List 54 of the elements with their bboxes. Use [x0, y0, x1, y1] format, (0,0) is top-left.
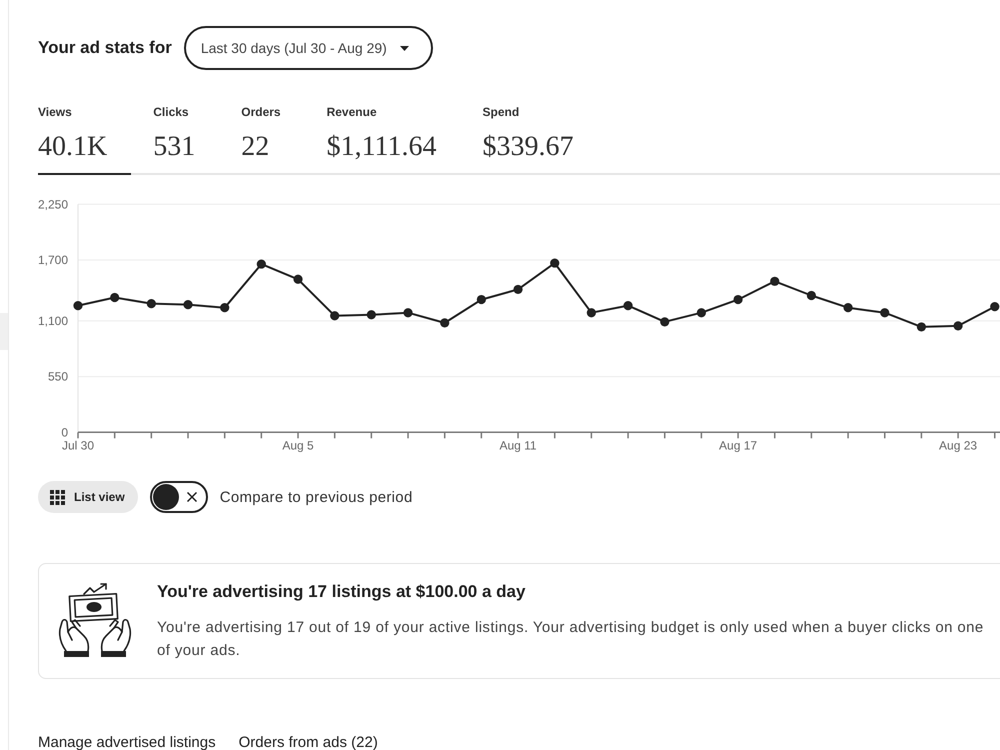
- data-point: [806, 290, 816, 300]
- data-point: [623, 301, 633, 310]
- section-tab[interactable]: Orders from ads (22): [238, 735, 378, 750]
- data-point: [770, 276, 780, 286]
- data-point: [403, 308, 413, 318]
- x-axis-label: Aug 23: [939, 438, 978, 452]
- data-point: [733, 294, 743, 304]
- y-axis-label: 1,700: [38, 253, 68, 268]
- metric-tab[interactable]: Views 40.1K: [38, 105, 132, 175]
- x-axis-label: Aug 5: [282, 438, 314, 452]
- data-point: [293, 274, 303, 284]
- y-axis-label: 550: [48, 370, 68, 384]
- metric-tab[interactable]: Orders 22: [241, 105, 305, 175]
- metric-tab[interactable]: Revenue $1,111.64: [326, 105, 461, 175]
- data-point: [256, 259, 266, 269]
- cross-icon: [186, 492, 197, 502]
- data-point: [916, 322, 926, 332]
- metric-tab[interactable]: Spend $339.67: [482, 105, 598, 175]
- card-description: You're advertising 17 out of 19 of your active listings. Your advertising budget is only used when a buyer clicks on one of your ads.: [157, 618, 985, 661]
- caret-icon: [400, 46, 409, 50]
- data-point: [550, 258, 560, 268]
- data-point: [220, 303, 230, 312]
- compare-toggle[interactable]: [150, 481, 208, 513]
- stats-heading: Your ad stats for: [38, 38, 172, 58]
- data-point: [73, 301, 83, 310]
- date-range-dropdown[interactable]: Last 30 days (Jul 30 - Aug 29): [184, 26, 433, 70]
- data-point: [586, 308, 596, 318]
- y-axis-label: 2,250: [38, 197, 68, 212]
- section-tab[interactable]: Manage advertised listings: [38, 735, 216, 750]
- data-point: [880, 308, 890, 318]
- y-axis-label: 0: [61, 425, 68, 440]
- data-point: [330, 311, 340, 320]
- data-point: [183, 300, 193, 310]
- data-point: [953, 321, 963, 330]
- data-point: [440, 318, 450, 328]
- data-point: [146, 299, 156, 308]
- data-point: [660, 317, 670, 326]
- metric-tab[interactable]: Clicks 531: [153, 105, 220, 175]
- data-point: [696, 308, 706, 318]
- y-axis-label: 1,100: [38, 314, 68, 328]
- data-point: [513, 284, 523, 294]
- list-view-button[interactable]: List view: [38, 481, 138, 513]
- hands-holding-cash-icon: [58, 582, 132, 658]
- x-axis-label: Aug 17: [719, 438, 758, 452]
- data-point: [843, 303, 853, 312]
- data-point: [366, 310, 376, 320]
- data-point: [990, 302, 1000, 312]
- data-point: [476, 294, 486, 304]
- x-axis-label: Aug 11: [499, 438, 537, 452]
- compare-label: Compare to previous period: [220, 488, 413, 506]
- card-title: You're advertising 17 listings at $100.00 a day: [157, 582, 526, 602]
- x-axis-label: Jul 30: [62, 438, 94, 452]
- data-point: [110, 292, 120, 302]
- grid-icon: [50, 490, 65, 504]
